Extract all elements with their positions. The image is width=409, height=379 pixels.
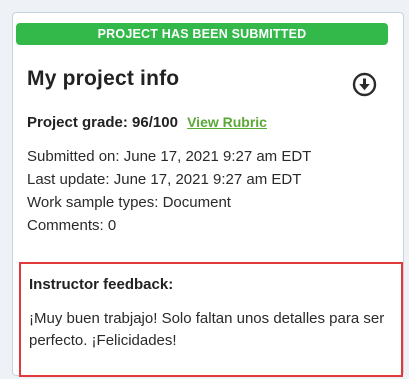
view-rubric-link[interactable]: View Rubric [187, 114, 267, 130]
instructor-feedback-title: Instructor feedback: [29, 276, 174, 293]
submitted-status-banner: PROJECT HAS BEEN SUBMITTED [16, 23, 388, 45]
project-grade: Project grade: 96/100 [27, 114, 178, 131]
download-icon[interactable] [352, 72, 377, 97]
submitted-on: Submitted on: June 17, 2021 9:27 am EDT [27, 148, 312, 165]
project-grade-line: Project grade: 96/100 View Rubric [27, 114, 267, 131]
project-info-title: My project info [27, 67, 180, 90]
download-circle-icon [352, 72, 377, 97]
project-meta: Submitted on: June 17, 2021 9:27 am EDT … [27, 145, 311, 237]
comments-count: Comments: 0 [27, 217, 117, 234]
instructor-feedback-text: ¡Muy buen trabjajo! Solo faltan unos det… [29, 310, 385, 349]
submitted-status-text: PROJECT HAS BEEN SUBMITTED [97, 27, 307, 41]
last-update: Last update: June 17, 2021 9:27 am EDT [27, 171, 302, 188]
page-background: PROJECT HAS BEEN SUBMITTED My project in… [0, 0, 409, 379]
work-sample-types: Work sample types: Document [27, 194, 231, 211]
instructor-feedback-box: Instructor feedback: ¡Muy buen trabjajo!… [19, 262, 403, 377]
